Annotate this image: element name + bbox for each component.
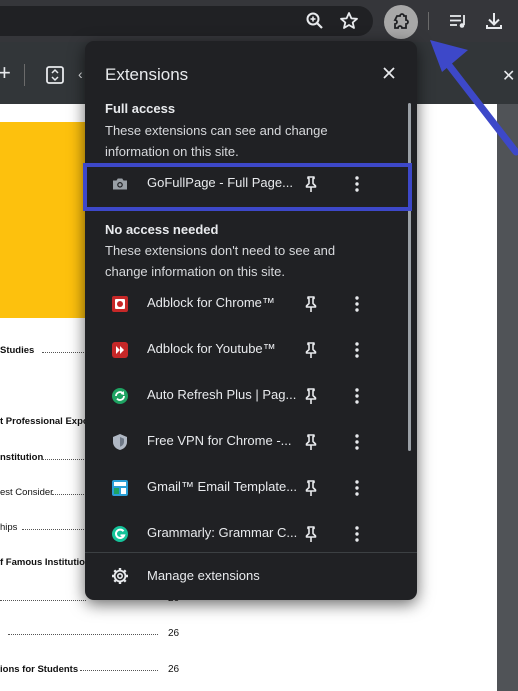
manage-extensions-button[interactable]: Manage extensions <box>85 553 417 599</box>
panel-title: Extensions <box>105 65 189 84</box>
pdf-viewer-gutter <box>497 104 518 691</box>
extension-name: Adblock for Chrome™ <box>147 295 275 310</box>
extension-name: Auto Refresh Plus | Pag... <box>147 387 297 402</box>
more-options-icon[interactable] <box>347 294 367 314</box>
pin-icon[interactable] <box>301 294 321 314</box>
extensions-button[interactable] <box>384 5 418 39</box>
toc-entry: hips <box>0 522 18 533</box>
pin-icon[interactable] <box>301 432 321 452</box>
no-access-description: These extensions don't need to see and c… <box>105 243 336 279</box>
pin-icon[interactable] <box>301 386 321 406</box>
extension-row-adblock-chrome[interactable]: Adblock for Chrome™ <box>85 281 405 327</box>
more-options-icon[interactable] <box>347 478 367 498</box>
toc-dots <box>42 459 86 460</box>
vpn-shield-icon <box>111 433 129 451</box>
extension-name: Gmail™ Email Template... <box>147 479 298 494</box>
toc-entry: nstitution <box>0 452 44 463</box>
extension-name: Grammarly: Grammar C... <box>147 525 298 540</box>
gear-icon <box>111 567 129 585</box>
gmail-template-icon <box>111 479 129 497</box>
toc-dots <box>42 352 86 353</box>
more-options-icon[interactable] <box>347 524 367 544</box>
more-options-icon[interactable] <box>347 340 367 360</box>
close-icon[interactable] <box>381 65 397 81</box>
extension-name: Adblock for Youtube™ <box>147 341 276 356</box>
extensions-panel: Extensions Full access These extensions … <box>85 41 417 600</box>
annotation-arrow-icon <box>430 40 518 156</box>
extension-row-gmail-template[interactable]: Gmail™ Email Template... <box>85 465 405 511</box>
pin-icon[interactable] <box>301 478 321 498</box>
extension-row-free-vpn[interactable]: Free VPN for Chrome -... <box>85 419 405 465</box>
fit-page-icon[interactable] <box>44 64 66 91</box>
highlight-box <box>83 163 412 211</box>
pin-icon[interactable] <box>301 340 321 360</box>
extension-row-adblock-youtube[interactable]: Adblock for Youtube™ <box>85 327 405 373</box>
rotate-icon[interactable]: ‹ <box>78 66 83 82</box>
full-access-heading: Full access <box>105 101 176 116</box>
toc-dots <box>22 529 86 530</box>
bookmark-star-icon[interactable] <box>337 9 361 33</box>
pin-icon[interactable] <box>301 524 321 544</box>
toc-dots <box>0 600 86 601</box>
extension-row-auto-refresh[interactable]: Auto Refresh Plus | Pag... <box>85 373 405 419</box>
more-options-icon[interactable] <box>347 386 367 406</box>
toc-entry: ions for Students <box>0 664 79 675</box>
page-number: 26 <box>168 664 180 675</box>
toc-dots <box>8 634 158 635</box>
zoom-icon[interactable] <box>303 9 327 33</box>
toc-dots <box>52 494 86 495</box>
toc-entry: t Professional Expo <box>0 416 89 427</box>
no-access-heading: No access needed <box>105 222 219 237</box>
grammarly-icon <box>111 525 129 543</box>
puzzle-icon <box>393 13 409 29</box>
toc-entry: f Famous Institutio <box>0 557 85 568</box>
auto-refresh-icon <box>111 387 129 405</box>
manage-extensions-label: Manage extensions <box>147 568 260 583</box>
extension-name: Free VPN for Chrome -... <box>147 433 292 448</box>
panel-scrollbar[interactable] <box>408 103 411 451</box>
pdf-toolbar-separator <box>24 64 25 86</box>
adblock-youtube-icon <box>111 341 129 359</box>
extension-row-grammarly[interactable]: Grammarly: Grammar C... <box>85 511 405 557</box>
zoom-in-icon[interactable]: + <box>0 62 11 84</box>
toc-entry: Studies <box>0 345 35 356</box>
full-access-description: These extensions can see and change info… <box>105 123 328 159</box>
more-options-icon[interactable] <box>347 432 367 452</box>
toc-dots <box>80 670 158 671</box>
adblock-chrome-icon <box>111 295 129 313</box>
page-number: 26 <box>168 628 180 639</box>
toc-entry: est Consider <box>0 487 54 498</box>
